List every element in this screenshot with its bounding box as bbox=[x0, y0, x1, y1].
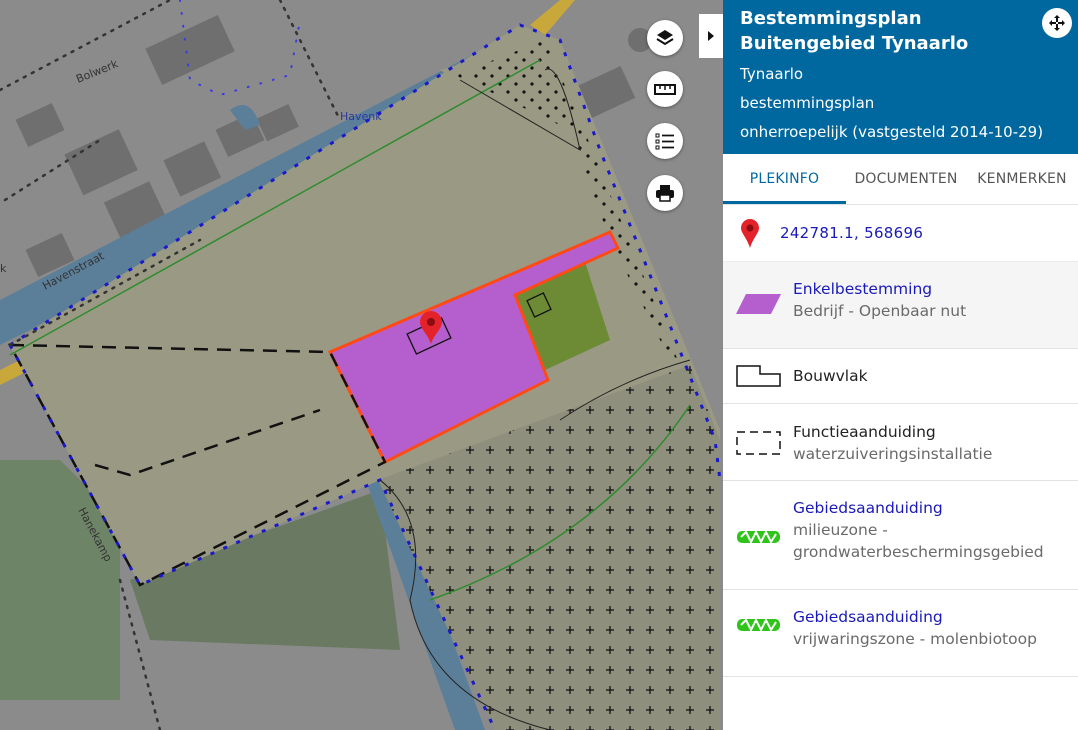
layers-button[interactable] bbox=[647, 20, 683, 56]
green-zigzag-icon bbox=[737, 529, 780, 545]
legend-row-bouwvlak: Bouwvlak bbox=[723, 349, 1078, 404]
bouwvlak-label: Bouwvlak bbox=[793, 367, 868, 385]
plan-status: onherroepelijk (vastgesteld 2014-10-29) bbox=[740, 123, 1044, 141]
tab-documenten[interactable]: DOCUMENTEN bbox=[846, 154, 966, 204]
legend-row-enkelbestemming: Enkelbestemming Bedrijf - Openbaar nut bbox=[723, 262, 1078, 349]
collapse-panel-button[interactable] bbox=[699, 14, 723, 58]
enkelbestemming-value: Bedrijf - Openbaar nut bbox=[793, 302, 967, 320]
map-pin-icon bbox=[741, 219, 759, 248]
legend-row-functieaanduiding: Functieaanduiding waterzuiveringsinstall… bbox=[723, 404, 1078, 481]
gebiedsaanduiding-value-1: milieuzone - grondwaterbeschermingsgebie… bbox=[793, 521, 1044, 561]
gebiedsaanduiding-value-2: vrijwaringszone - molenbiotoop bbox=[793, 630, 1037, 648]
info-panel: Bestemmingsplan Buitengebied Tynaarlo Ty… bbox=[723, 0, 1078, 730]
bouwvlak-outline-icon bbox=[736, 365, 781, 387]
tab-plekinfo[interactable]: PLEKINFO bbox=[723, 154, 846, 204]
measure-button[interactable] bbox=[647, 71, 683, 107]
legend-row-molenbiotoop: Gebiedsaanduiding vrijwaringszone - mole… bbox=[723, 590, 1078, 677]
gebiedsaanduiding-link-1[interactable]: Gebiedsaanduiding bbox=[793, 497, 1078, 519]
legend-row-milieuzone: Gebiedsaanduiding milieuzone - grondwate… bbox=[723, 481, 1078, 590]
print-icon bbox=[656, 185, 674, 202]
functieaanduiding-value: waterzuiveringsinstallatie bbox=[793, 445, 993, 463]
street-label-havenk: Havenk bbox=[340, 110, 382, 123]
gebiedsaanduiding-link-2[interactable]: Gebiedsaanduiding bbox=[793, 606, 1037, 628]
dashed-box-icon bbox=[736, 431, 781, 455]
map-view[interactable]: Bolwerk Havenk Havenstraat Hanekamp k bbox=[0, 0, 723, 730]
legend-icon bbox=[655, 133, 674, 150]
street-label-k: k bbox=[0, 262, 7, 275]
functieaanduiding-label: Functieaanduiding bbox=[793, 423, 936, 441]
ruler-icon bbox=[654, 84, 676, 95]
tab-kenmerken[interactable]: KENMERKEN bbox=[966, 154, 1078, 204]
purple-parallelogram-icon bbox=[736, 294, 781, 314]
map-canvas[interactable]: Bolwerk Havenk Havenstraat Hanekamp k bbox=[0, 0, 723, 730]
coordinates-row: 242781.1, 568696 bbox=[723, 205, 1078, 262]
coordinates-link[interactable]: 242781.1, 568696 bbox=[780, 224, 923, 242]
tab-bar: PLEKINFO DOCUMENTEN KENMERKEN bbox=[723, 154, 1078, 205]
chevron-right-icon bbox=[708, 31, 714, 41]
green-zigzag-icon bbox=[737, 617, 780, 633]
fullscreen-button[interactable] bbox=[1042, 8, 1072, 38]
municipality: Tynaarlo bbox=[740, 65, 804, 83]
print-button[interactable] bbox=[647, 175, 683, 211]
legend-button[interactable] bbox=[647, 123, 683, 159]
plan-type: bestemmingsplan bbox=[740, 94, 875, 112]
enkelbestemming-link[interactable]: Enkelbestemming bbox=[793, 278, 966, 300]
panel-header: Bestemmingsplan Buitengebied Tynaarlo Ty… bbox=[723, 0, 1078, 154]
plan-title: Bestemmingsplan Buitengebied Tynaarlo bbox=[740, 8, 969, 54]
expand-icon bbox=[1049, 15, 1065, 31]
layers-icon bbox=[656, 30, 674, 46]
